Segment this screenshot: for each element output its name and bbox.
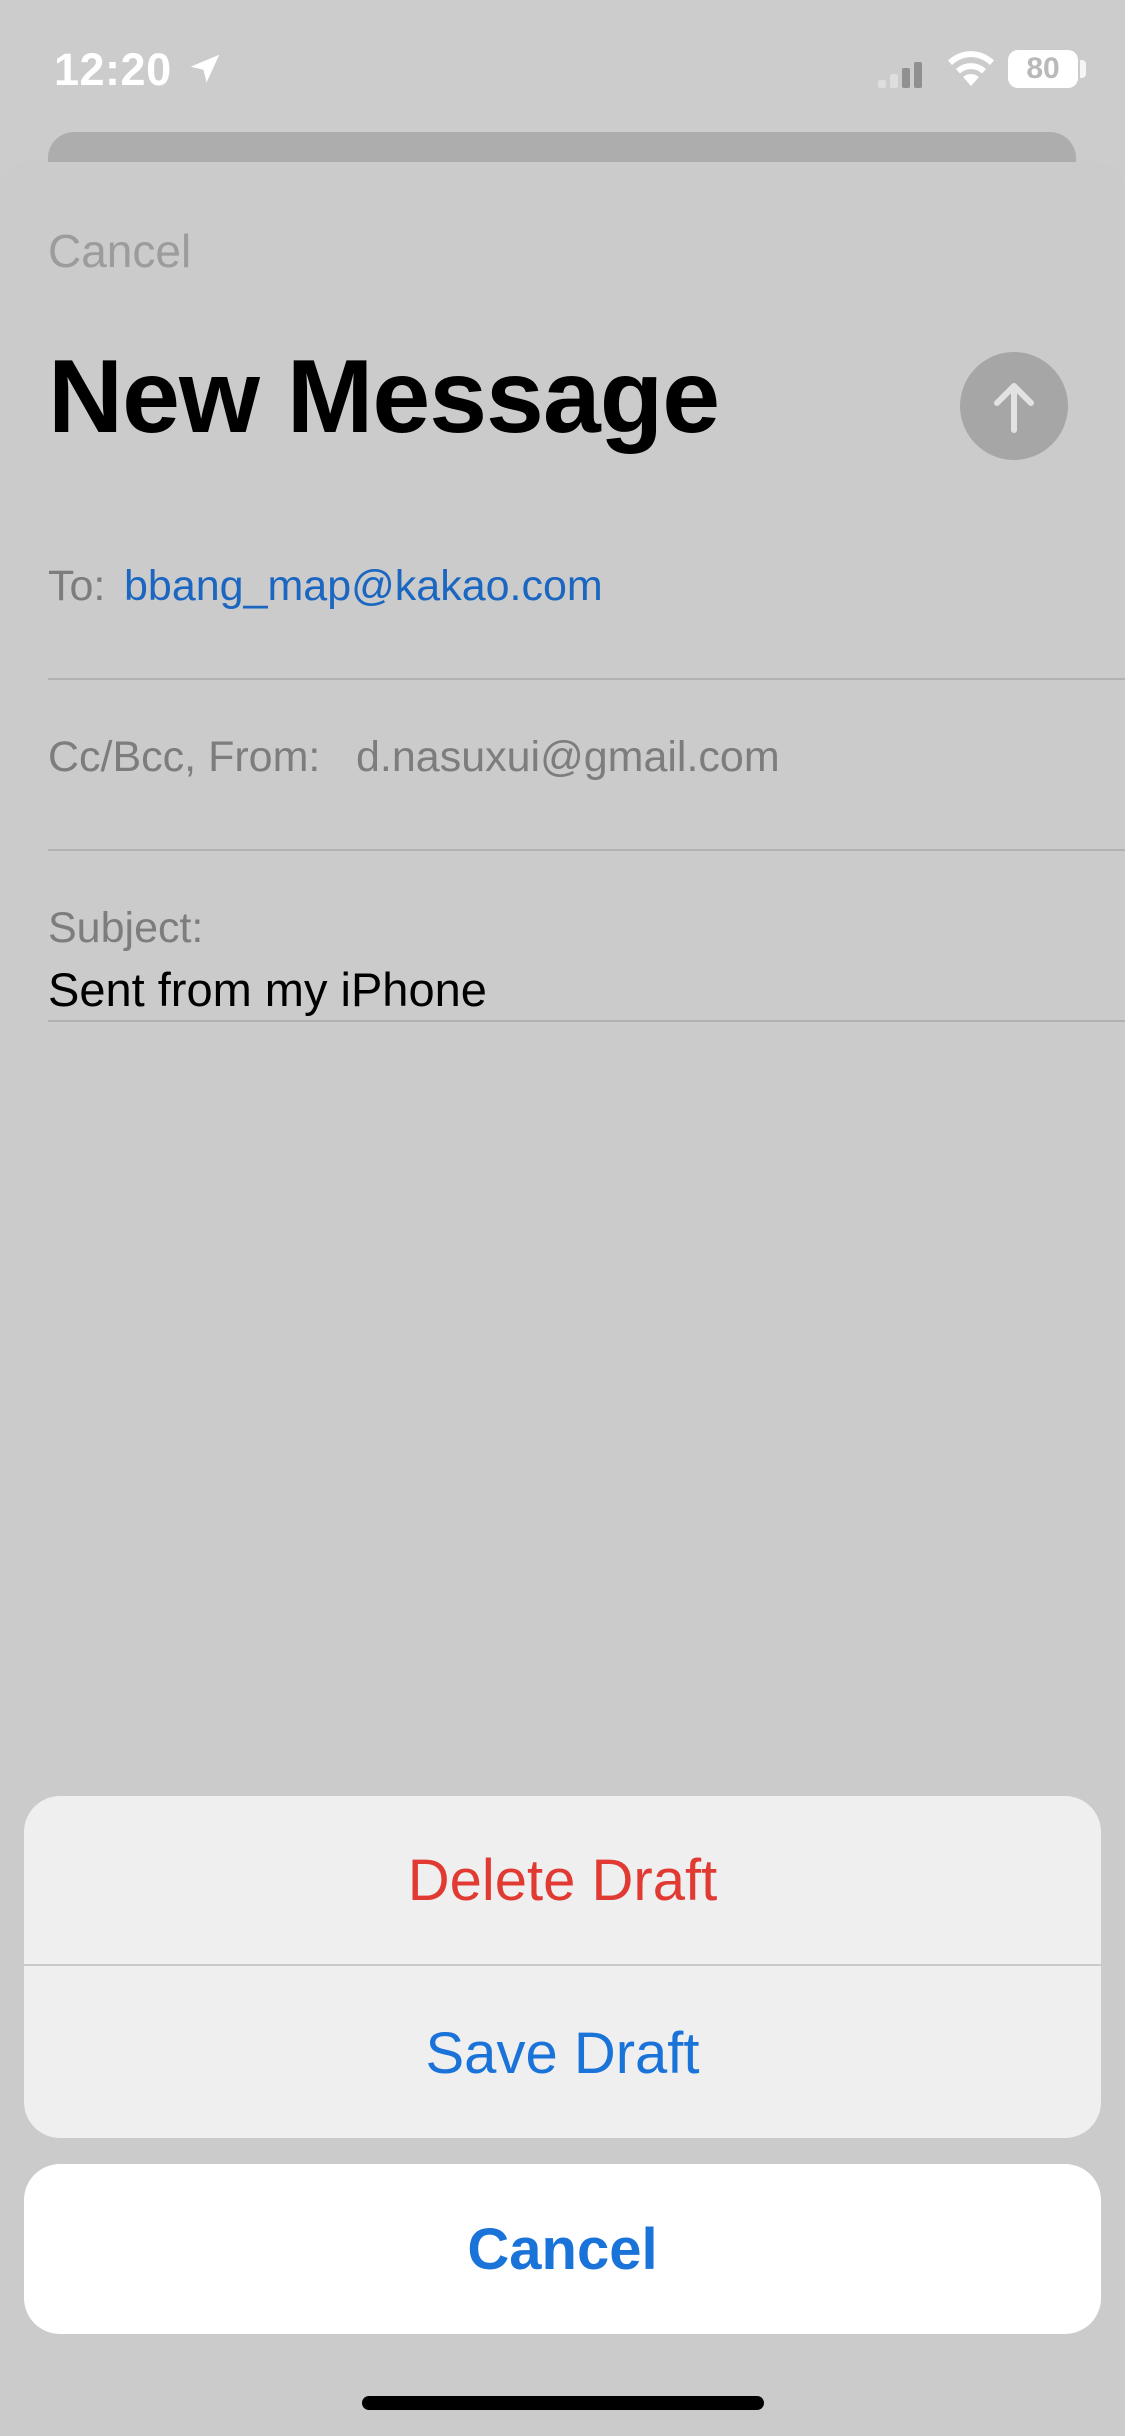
cancel-button[interactable]: Cancel [48,224,191,278]
message-body[interactable]: Sent from my iPhone [48,962,487,1017]
arrow-up-icon [994,383,1034,433]
home-indicator[interactable] [362,2396,764,2410]
to-field[interactable]: To: bbang_map@kakao.com [48,510,1125,680]
to-label: To: [48,562,106,610]
page-title: New Message [48,339,720,455]
subject-label: Subject: [48,904,204,952]
battery-icon: 80 [1008,50,1078,88]
battery-tip [1080,60,1086,78]
cc-bcc-from-field[interactable]: Cc/Bcc, From: d.nasuxui@gmail.com [48,681,1125,851]
to-recipient[interactable]: bbang_map@kakao.com [124,562,603,611]
battery-level: 80 [1026,52,1060,85]
from-address[interactable]: d.nasuxui@gmail.com [356,733,780,782]
save-draft-button[interactable]: Save Draft [24,1968,1101,2138]
location-arrow-icon [190,54,220,83]
delete-draft-button[interactable]: Delete Draft [24,1796,1101,1966]
wifi-icon [948,51,994,86]
action-sheet-cancel-button[interactable]: Cancel [24,2164,1101,2334]
status-time: 12:20 [54,44,172,95]
cellular-signal-icon [878,62,922,88]
cc-bcc-from-label: Cc/Bcc, From: [48,733,321,781]
status-bar: 12:20 80 [0,0,1125,140]
draft-action-sheet: Delete Draft Save Draft [24,1796,1101,2138]
send-button[interactable] [960,352,1068,460]
